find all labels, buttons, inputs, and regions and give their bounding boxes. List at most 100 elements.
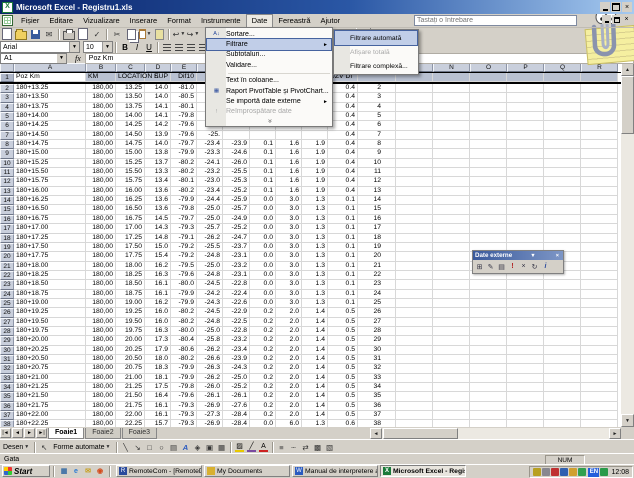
cell[interactable]: -23.4 <box>223 346 250 355</box>
cell[interactable]: 180+20.00 <box>14 336 86 345</box>
cell[interactable]: 13.6 <box>145 205 171 214</box>
cell[interactable]: -79.2 <box>171 243 197 252</box>
cell[interactable]: -23.0 <box>197 177 223 186</box>
cell[interactable]: 180+14.75 <box>14 140 86 149</box>
row-header-35[interactable]: 35 <box>0 392 14 401</box>
cell[interactable]: 14.0 <box>145 140 171 149</box>
cell[interactable] <box>470 308 507 317</box>
row-header-16[interactable]: 16 <box>0 215 14 224</box>
cell[interactable]: 1.3 <box>302 420 328 427</box>
cell[interactable] <box>396 355 433 364</box>
cell[interactable]: -23.2 <box>223 262 250 271</box>
external-data-toolbar-title[interactable]: Date externe ▼ × <box>473 251 563 260</box>
cell[interactable] <box>581 420 618 427</box>
cell[interactable]: 0.1 <box>328 205 358 214</box>
picture-icon[interactable]: ▦ <box>216 441 228 453</box>
cell[interactable] <box>433 234 470 243</box>
cell[interactable]: 180,00 <box>86 336 116 345</box>
align-center-button[interactable] <box>173 42 185 53</box>
cell[interactable] <box>433 103 470 112</box>
cell[interactable] <box>581 224 618 233</box>
cell[interactable]: 180,00 <box>86 131 116 140</box>
cell[interactable] <box>433 346 470 355</box>
cell[interactable] <box>470 103 507 112</box>
cell[interactable]: 0.5 <box>328 346 358 355</box>
column-header-E[interactable]: E <box>171 63 197 72</box>
cell[interactable] <box>581 187 618 196</box>
cell[interactable]: 0.5 <box>328 392 358 401</box>
cell[interactable] <box>470 205 507 214</box>
sheet-tab-foaie1[interactable]: Foaie1 <box>48 428 84 439</box>
cell[interactable] <box>433 327 470 336</box>
cell[interactable]: -26.1 <box>223 392 250 401</box>
menu-fereastră[interactable]: Fereastră <box>273 15 315 26</box>
cell[interactable]: 2.0 <box>276 402 302 411</box>
row-header-5[interactable]: 5 <box>0 112 14 121</box>
cell[interactable]: 1.9 <box>302 168 328 177</box>
cell[interactable]: 0.5 <box>328 327 358 336</box>
row-header-25[interactable]: 25 <box>0 299 14 308</box>
cell[interactable] <box>470 374 507 383</box>
submenu-item-filtrare-complex[interactable]: Filtrare complexă... <box>335 59 417 73</box>
mail-icon[interactable]: ✉ <box>43 28 56 40</box>
row-header-21[interactable]: 21 <box>0 262 14 271</box>
menu-instrumente[interactable]: Instrumente <box>196 15 246 26</box>
cell[interactable] <box>581 346 618 355</box>
cell[interactable] <box>544 234 581 243</box>
cell[interactable]: 0.0 <box>250 280 276 289</box>
cell[interactable]: 1.4 <box>302 308 328 317</box>
cell[interactable]: 16.4 <box>145 392 171 401</box>
cell[interactable]: 180,00 <box>86 196 116 205</box>
cell[interactable] <box>433 149 470 158</box>
cell[interactable]: 1.4 <box>302 374 328 383</box>
cell[interactable]: -26.6 <box>197 355 223 364</box>
cell[interactable]: 0.5 <box>328 318 358 327</box>
cell[interactable] <box>581 271 618 280</box>
cell[interactable]: 0.2 <box>250 392 276 401</box>
cell[interactable]: -79.9 <box>171 196 197 205</box>
cell[interactable]: 0.0 <box>250 271 276 280</box>
cell[interactable]: 180,00 <box>86 93 116 102</box>
cell[interactable]: 1.6 <box>276 177 302 186</box>
paste-icon[interactable]: ▼ <box>139 28 152 40</box>
cell[interactable]: 33 <box>358 374 396 383</box>
cell[interactable]: 14.8 <box>145 234 171 243</box>
cell[interactable]: 23 <box>358 280 396 289</box>
row-header-19[interactable]: 19 <box>0 243 14 252</box>
cell[interactable]: 3.0 <box>276 224 302 233</box>
maximize-button[interactable] <box>611 2 621 12</box>
cell[interactable]: 6.0 <box>276 420 302 427</box>
cell[interactable]: -79.9 <box>171 364 197 373</box>
cell[interactable]: 16.0 <box>145 318 171 327</box>
cell[interactable]: 2.0 <box>276 318 302 327</box>
cell[interactable] <box>581 411 618 420</box>
cell[interactable]: 1.3 <box>302 234 328 243</box>
column-header-B[interactable]: B <box>86 63 116 72</box>
cell[interactable] <box>433 290 470 299</box>
cell[interactable]: 0.2 <box>250 383 276 392</box>
format-painter-icon[interactable] <box>153 28 166 40</box>
cell[interactable]: -25.0 <box>197 262 223 271</box>
edit-query-icon[interactable]: ⊞ <box>474 261 485 272</box>
cell[interactable]: 180,00 <box>86 392 116 401</box>
cell[interactable] <box>581 234 618 243</box>
cell[interactable]: 4 <box>358 103 396 112</box>
cell[interactable]: -24.8 <box>197 318 223 327</box>
cell[interactable] <box>507 392 544 401</box>
cell[interactable] <box>470 290 507 299</box>
cell[interactable]: Dif10 <box>171 73 197 82</box>
print-icon[interactable] <box>63 28 76 40</box>
sheet-tab-foaie2[interactable]: Foaie2 <box>85 428 120 439</box>
row-header-9[interactable]: 9 <box>0 149 14 158</box>
cell[interactable] <box>396 224 433 233</box>
cell[interactable]: 6 <box>358 121 396 130</box>
cell[interactable]: 16.3 <box>145 271 171 280</box>
column-header-C[interactable]: C <box>116 63 145 72</box>
cell[interactable] <box>507 374 544 383</box>
cell[interactable]: 13.3 <box>145 168 171 177</box>
redo-icon[interactable]: ↪▼ <box>187 28 200 40</box>
workbook-close-button[interactable]: × <box>622 15 631 24</box>
cell[interactable] <box>470 215 507 224</box>
cell[interactable]: 2.0 <box>276 364 302 373</box>
cell[interactable] <box>470 327 507 336</box>
